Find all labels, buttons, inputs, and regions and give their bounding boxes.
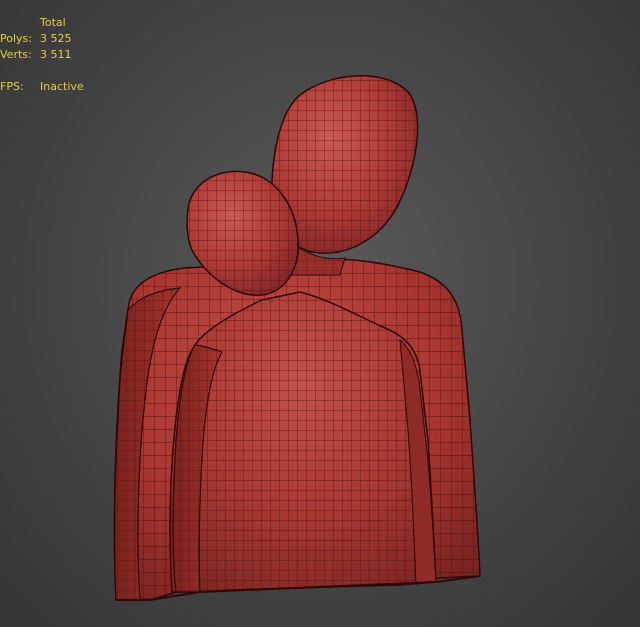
- 3d-viewport[interactable]: Total Polys: 3 525 Verts: 3 511 FPS: Ina…: [0, 0, 640, 627]
- mesh-render[interactable]: [0, 0, 640, 627]
- front-figure: [169, 291, 437, 593]
